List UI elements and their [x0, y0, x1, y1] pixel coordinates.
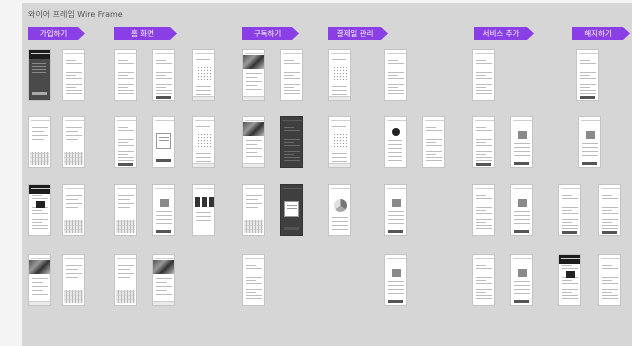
phone-screen-thumbnail — [472, 184, 495, 236]
phone-screen-thumbnail — [28, 254, 51, 306]
phone-screen-thumbnail — [242, 116, 265, 168]
phone-screen-thumbnail — [384, 184, 407, 236]
phone-screen-thumbnail — [62, 184, 85, 236]
board-title: 와이어 프레임 Wire Frame — [28, 10, 123, 19]
phone-screen-thumbnail — [558, 184, 581, 236]
section-label: 가입하기 — [39, 29, 68, 38]
phone-screen-thumbnail — [384, 49, 407, 101]
phone-screen-thumbnail — [422, 116, 445, 168]
section-banner-signup[interactable]: 가입하기 — [28, 27, 85, 40]
phone-screen-thumbnail — [472, 49, 495, 101]
section-banner-payment[interactable]: 결제일 관리 — [328, 27, 388, 40]
phone-screen-thumbnail — [280, 184, 303, 236]
phone-screen-thumbnail — [576, 49, 599, 101]
section-label: 해지하기 — [584, 29, 612, 38]
phone-screen-thumbnail — [152, 184, 175, 236]
section-label: 홈 화면 — [130, 29, 155, 38]
phone-screen-thumbnail — [152, 254, 175, 306]
phone-screen-thumbnail — [280, 49, 303, 101]
phone-screen-thumbnail — [578, 116, 601, 168]
phone-screen-thumbnail — [558, 254, 581, 306]
phone-screen-thumbnail — [598, 184, 621, 236]
phone-screen-thumbnail — [384, 254, 407, 306]
phone-screen-thumbnail — [114, 116, 137, 168]
section-banner-home[interactable]: 홈 화면 — [114, 27, 177, 40]
phone-screen-thumbnail — [472, 254, 495, 306]
phone-screen-thumbnail — [328, 49, 351, 101]
phone-screen-thumbnail — [510, 116, 533, 168]
phone-screen-thumbnail — [114, 49, 137, 101]
phone-screen-thumbnail — [114, 254, 137, 306]
phone-screen-thumbnail — [242, 254, 265, 306]
phone-screen-thumbnail — [328, 184, 351, 236]
section-label: 구독하기 — [253, 29, 282, 38]
phone-screen-thumbnail — [114, 184, 137, 236]
phone-screen-thumbnail — [28, 184, 51, 236]
phone-screen-thumbnail — [472, 116, 495, 168]
phone-screen-thumbnail — [510, 184, 533, 236]
phone-screen-thumbnail — [152, 49, 175, 101]
phone-screen-thumbnail — [62, 116, 85, 168]
phone-screen-thumbnail — [328, 116, 351, 168]
phone-screen-thumbnail — [510, 254, 533, 306]
phone-screen-thumbnail — [598, 254, 621, 306]
section-banner-addon[interactable]: 서비스 추가 — [474, 27, 534, 40]
section-label: 서비스 추가 — [482, 29, 520, 38]
phone-screen-thumbnail — [192, 184, 215, 236]
section-banner-subscribe[interactable]: 구독하기 — [242, 27, 299, 40]
phone-screen-thumbnail — [242, 49, 265, 101]
phone-screen-thumbnail — [28, 49, 51, 101]
phone-screen-thumbnail — [28, 116, 51, 168]
phone-screen-thumbnail — [242, 184, 265, 236]
phone-screen-thumbnail — [192, 116, 215, 168]
phone-screen-thumbnail — [384, 116, 407, 168]
phone-screen-thumbnail — [280, 116, 303, 168]
section-label: 결제일 관리 — [336, 29, 374, 38]
wireframe-board: 와이어 프레임 Wire Frame 가입하기 홈 화면 구독하기 결제일 관리… — [22, 3, 632, 346]
phone-screen-thumbnail — [192, 49, 215, 101]
section-banner-cancel[interactable]: 해지하기 — [572, 27, 630, 40]
phone-screen-thumbnail — [62, 254, 85, 306]
phone-screen-thumbnail — [62, 49, 85, 101]
phone-screen-thumbnail — [152, 116, 175, 168]
